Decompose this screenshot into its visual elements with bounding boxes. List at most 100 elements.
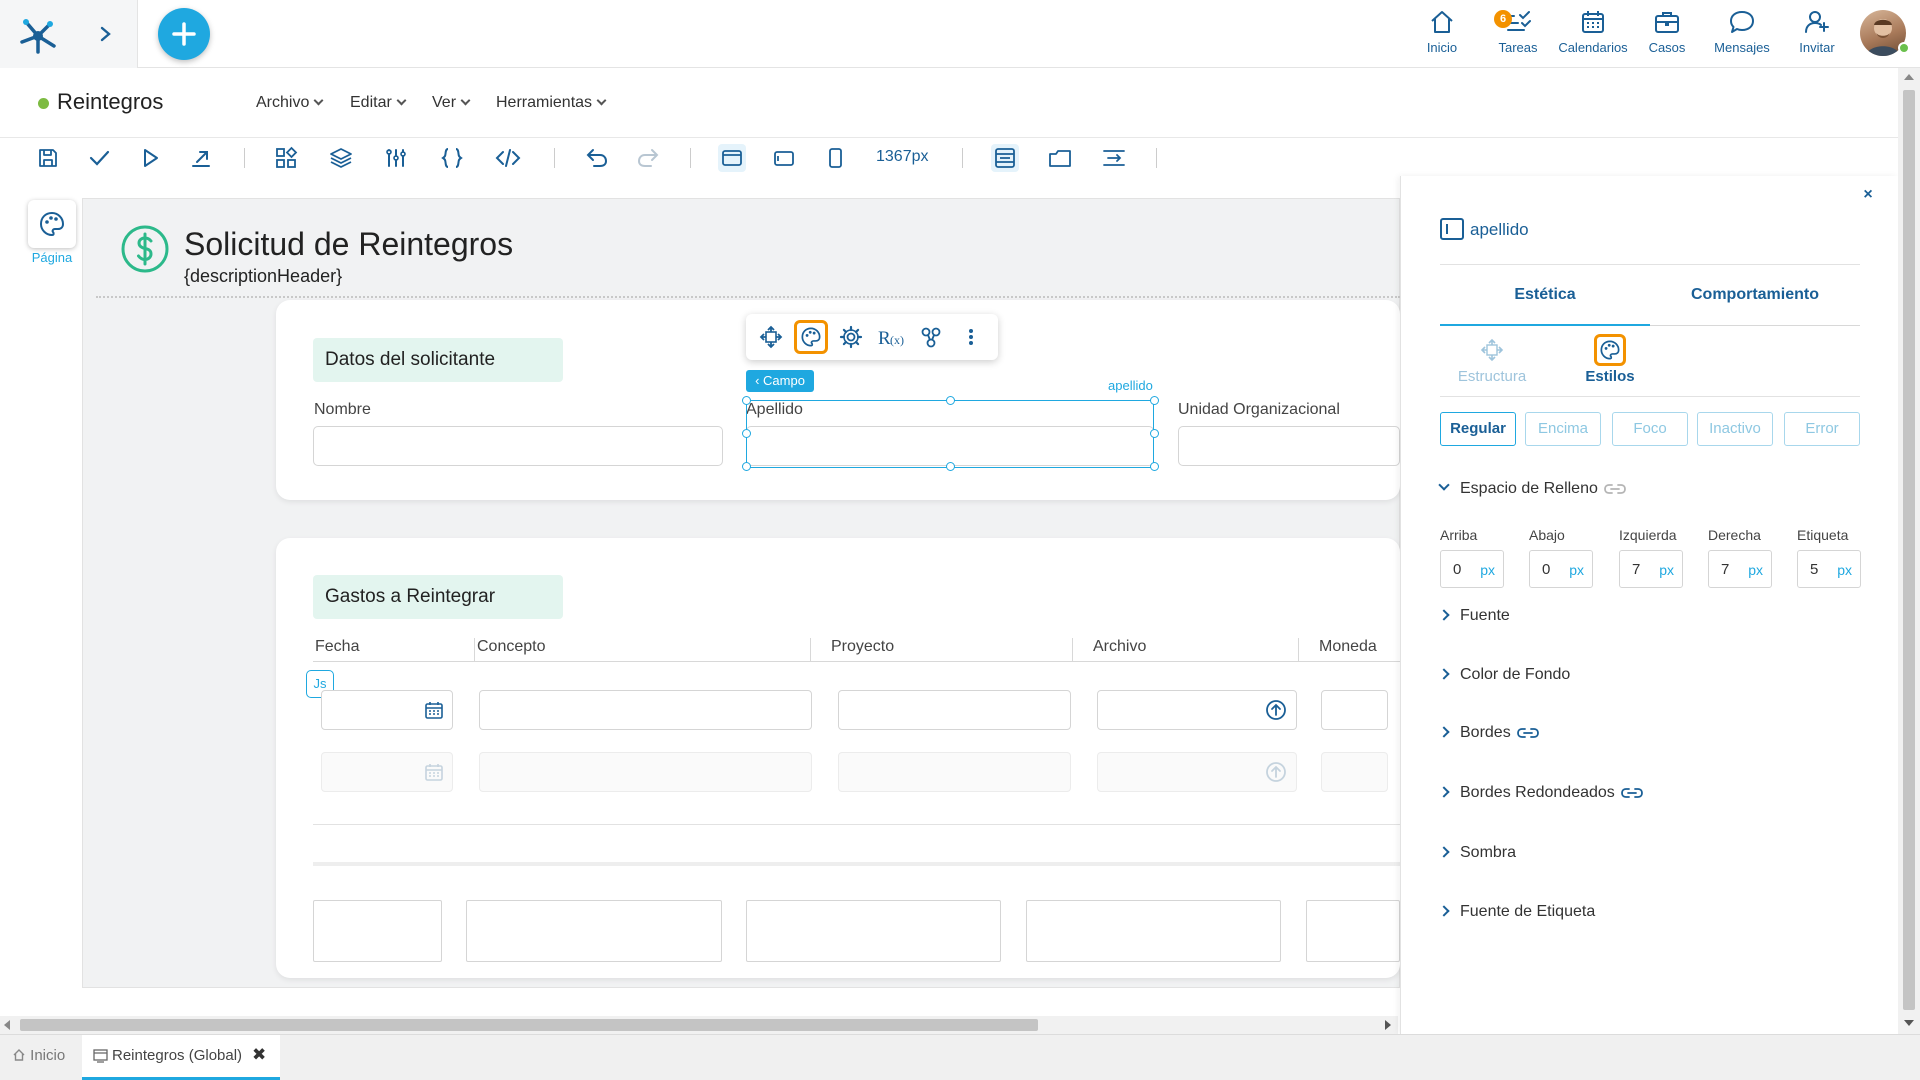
topnav-invitar[interactable]: Invitar [1782, 8, 1852, 60]
rules-field-button[interactable]: R (x) [874, 320, 908, 354]
scroll-left-arrow-icon[interactable] [4, 1020, 10, 1030]
padding-derecha-input[interactable]: 7 px [1708, 550, 1772, 588]
campo-tag[interactable]: ‹ Campo [746, 370, 814, 392]
column-header-archivo[interactable]: Archivo [1073, 638, 1299, 662]
resize-handle[interactable] [1150, 396, 1159, 405]
code-button[interactable] [494, 144, 522, 172]
column-header-moneda[interactable]: Moneda [1299, 638, 1400, 662]
app-logo-icon[interactable] [16, 12, 60, 56]
padding-izquierda-input[interactable]: 7 px [1619, 550, 1683, 588]
moneda-cell-input[interactable] [1321, 690, 1388, 730]
section-color-fondo[interactable]: Color de Fondo [1438, 666, 1570, 684]
canvas-width-label[interactable]: 1367px [876, 148, 929, 166]
style-field-button[interactable] [794, 320, 828, 354]
data-button[interactable] [382, 144, 410, 172]
tablet-view-button[interactable] [770, 144, 798, 172]
menu-archivo[interactable]: Archivo [256, 94, 324, 112]
section-bordes[interactable]: Bordes [1438, 724, 1539, 742]
undo-button[interactable] [583, 144, 611, 172]
move-field-button[interactable] [754, 320, 788, 354]
subtab-estilos[interactable]: Estilos [1560, 334, 1660, 385]
proyecto-cell-input[interactable] [838, 690, 1071, 730]
column-header-proyecto[interactable]: Proyecto [811, 638, 1073, 662]
selected-field-outline[interactable] [746, 400, 1154, 468]
run-button[interactable] [136, 144, 164, 172]
unidad-input[interactable] [1178, 426, 1400, 466]
settings-field-button[interactable] [834, 320, 868, 354]
components-button[interactable] [272, 144, 300, 172]
state-error-button[interactable]: Error [1784, 412, 1860, 446]
totals-cell[interactable] [313, 900, 442, 962]
scroll-up-arrow-icon[interactable] [1904, 74, 1914, 80]
connections-field-button[interactable] [914, 320, 948, 354]
upload-icon[interactable] [1265, 699, 1287, 721]
padding-arriba-input[interactable]: 0 px [1440, 550, 1504, 588]
horizontal-scroll-thumb[interactable] [20, 1019, 1038, 1031]
palette-icon [801, 327, 821, 347]
padding-etiqueta-input[interactable]: 5 px [1797, 550, 1861, 588]
close-tab-icon[interactable]: ✖ [252, 1045, 266, 1065]
totals-cell[interactable] [466, 900, 722, 962]
horizontal-scrollbar[interactable] [0, 1016, 1398, 1034]
link-icon[interactable] [1603, 483, 1626, 495]
scroll-right-arrow-icon[interactable] [1385, 1020, 1391, 1030]
save-button[interactable] [34, 144, 62, 172]
section-bordes-redondeados[interactable]: Bordes Redondeados [1438, 784, 1643, 802]
section-sombra[interactable]: Sombra [1438, 844, 1516, 862]
totals-cell[interactable] [1026, 900, 1281, 962]
column-header-fecha[interactable]: Fecha [313, 638, 475, 662]
section-fuente-etiqueta[interactable]: Fuente de Etiqueta [1438, 903, 1595, 921]
tab-estetica[interactable]: Estética [1440, 286, 1650, 304]
state-encima-button[interactable]: Encima [1525, 412, 1601, 446]
redo-button[interactable] [634, 144, 662, 172]
scroll-down-arrow-icon[interactable] [1904, 1020, 1914, 1026]
layers-button[interactable] [327, 144, 355, 172]
column-header-concepto[interactable]: Concepto [475, 638, 811, 662]
tab-comportamiento[interactable]: Comportamiento [1650, 286, 1860, 304]
resize-handle[interactable] [1150, 462, 1159, 471]
padding-abajo-input[interactable]: 0 px [1529, 550, 1593, 588]
more-options-button[interactable] [954, 320, 988, 354]
menu-editar[interactable]: Editar [350, 94, 407, 112]
resize-handle[interactable] [742, 429, 751, 438]
check-button[interactable] [85, 144, 113, 172]
vertical-scroll-thumb[interactable] [1903, 90, 1915, 1010]
menu-ver[interactable]: Ver [432, 94, 471, 112]
resize-handle[interactable] [742, 462, 751, 471]
desktop-view-button[interactable] [718, 144, 746, 172]
page-styles-button[interactable] [28, 200, 76, 248]
vertical-scrollbar[interactable] [1898, 68, 1920, 1034]
page-layout-button[interactable] [991, 144, 1019, 172]
state-inactivo-button[interactable]: Inactivo [1697, 412, 1773, 446]
topnav-inicio[interactable]: Inicio [1407, 8, 1477, 60]
json-button[interactable] [438, 144, 466, 172]
align-button[interactable] [1100, 144, 1128, 172]
nombre-input[interactable] [313, 426, 723, 466]
topnav-calendarios[interactable]: Calendarios [1558, 8, 1628, 60]
expand-chevron-icon[interactable] [96, 22, 116, 46]
create-new-button[interactable] [158, 8, 210, 60]
totals-cell[interactable] [1306, 900, 1400, 962]
close-icon[interactable]: × [1858, 186, 1878, 206]
topnav-mensajes[interactable]: Mensajes [1707, 8, 1777, 60]
section-espacio-relleno[interactable]: Espacio de Relleno [1438, 479, 1626, 498]
concepto-cell-input[interactable] [479, 690, 812, 730]
resize-handle[interactable] [742, 396, 751, 405]
section-fuente[interactable]: Fuente [1438, 607, 1510, 625]
state-regular-button[interactable]: Regular [1440, 412, 1516, 446]
menu-herramientas[interactable]: Herramientas [496, 94, 607, 112]
publish-button[interactable] [187, 144, 215, 172]
state-foco-button[interactable]: Foco [1612, 412, 1688, 446]
calendar-icon[interactable] [424, 700, 444, 720]
link-icon[interactable] [1516, 727, 1539, 739]
topnav-casos[interactable]: Casos [1632, 8, 1702, 60]
frame-button[interactable] [1046, 144, 1074, 172]
link-icon[interactable] [1620, 787, 1643, 799]
totals-cell[interactable] [746, 900, 1001, 962]
mobile-view-button[interactable] [821, 144, 849, 172]
resize-handle[interactable] [1150, 429, 1159, 438]
resize-handle[interactable] [946, 462, 955, 471]
resize-handle[interactable] [946, 396, 955, 405]
bottom-tab-inicio[interactable]: Inicio [12, 1047, 65, 1064]
subtab-estructura[interactable]: Estructura [1442, 334, 1542, 385]
